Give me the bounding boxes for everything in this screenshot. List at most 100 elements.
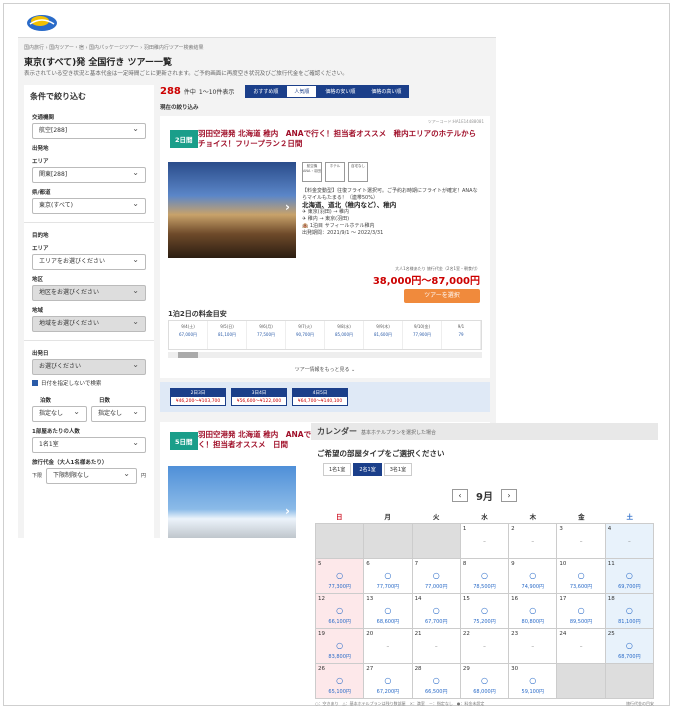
- calendar-day-cell[interactable]: 28 ○ 66,500円: [412, 664, 461, 699]
- calendar-day-cell[interactable]: 10 ○ 73,600円: [557, 559, 606, 594]
- room-tab-single[interactable]: 1名1室: [323, 463, 352, 476]
- day-number: 24: [559, 631, 567, 637]
- checkbox-checked-icon[interactable]: [32, 380, 38, 386]
- day-price: 73,600円: [569, 584, 593, 590]
- price-guide-cell[interactable]: 9/5(日) 81,100円: [208, 321, 247, 349]
- divider: [24, 222, 154, 223]
- calendar-day-cell[interactable]: 29 ○ 68,000円: [460, 664, 510, 699]
- day-number: 18: [607, 596, 615, 602]
- date-label: 出発日: [32, 351, 49, 357]
- calendar-day-cell[interactable]: 9 ○ 74,900円: [509, 559, 558, 594]
- calendar-legend: ○：空きあり △：基本ホテルプランは残り数部屋 ×：満室 －：指定なし ●：料金…: [315, 701, 654, 707]
- available-icon: ○: [577, 571, 585, 580]
- calendar-day-cell[interactable]: 6 ○ 77,700円: [364, 559, 413, 594]
- day-price: 77,000円: [424, 584, 448, 590]
- calendar-day-cell[interactable]: 15 ○ 75,200円: [460, 594, 510, 629]
- tour-title-link[interactable]: 羽田空港発 北海道 稚内 ANAで行く！担当者オススメ 稚内エリアのホテルからチ…: [198, 129, 483, 149]
- price-guide-cell[interactable]: 9/1 79: [442, 321, 481, 349]
- transport-select[interactable]: 航空[288]: [32, 122, 146, 139]
- calendar-day-cell[interactable]: 17 ○ 89,500円: [557, 594, 606, 629]
- calendar-grid: 1–2–3–4–5 ○ 77,300円 6 ○ 77,700円 7 ○ 77,000円 8 ○ 78,…: [315, 523, 654, 699]
- nights-label: 泊数: [40, 398, 52, 404]
- calendar-day-cell[interactable]: 13 ○ 68,600円: [364, 594, 413, 629]
- tour-title-link[interactable]: 羽田空港発 北海道 稚内 ANAで行く！担当者オススメ 日間: [198, 430, 328, 450]
- date-select[interactable]: お選びください: [32, 358, 146, 375]
- price-guide-cell[interactable]: 9/7(火) 90,700円: [286, 321, 325, 349]
- day-number: 12: [318, 596, 325, 602]
- persons-select[interactable]: 1名1室: [32, 436, 146, 453]
- calendar-day-cell[interactable]: 18 ○ 81,100円: [605, 594, 654, 629]
- calendar-day-cell[interactable]: 16 ○ 80,800円: [509, 594, 558, 629]
- nights-days-labels: 泊数 日数: [32, 391, 146, 406]
- days-select[interactable]: 指定なし: [91, 405, 146, 422]
- calendar-day-cell: [557, 664, 606, 699]
- calendar-day-cell[interactable]: 7 ○ 77,000円: [412, 559, 461, 594]
- calendar-day-cell[interactable]: 25 ○ 68,700円: [605, 629, 654, 664]
- calendar-day-cell[interactable]: 8 ○ 78,500円: [460, 559, 510, 594]
- calendar-day-cell[interactable]: 30 ○ 59,100円: [509, 664, 558, 699]
- page-title: 東京(すべて)発 全国行き ツアー一覧: [24, 58, 172, 68]
- calendar-day-cell: 4–: [605, 524, 654, 559]
- available-icon: ○: [481, 606, 488, 615]
- calendar-day-cell[interactable]: 27 ○ 67,200円: [364, 664, 413, 699]
- price-guide-cell[interactable]: 9/9(木) 81,600円: [364, 321, 403, 349]
- chevron-left-icon[interactable]: ‹: [452, 489, 469, 502]
- room-tab-double[interactable]: 2名1室: [353, 463, 382, 476]
- no-date-checkbox[interactable]: 日付を指定しないで検索: [32, 379, 146, 387]
- departure-pref-select[interactable]: 東京(すべて): [32, 197, 146, 214]
- price-min-select[interactable]: 下限制限なし: [46, 467, 137, 484]
- price-guide-cell[interactable]: 9/8(水) 85,000円: [325, 321, 364, 349]
- price-guide-cell[interactable]: 9/4(土) 67,000円: [169, 321, 208, 349]
- available-icon: ○: [432, 676, 440, 685]
- calendar-day-cell[interactable]: 14 ○ 67,700円: [412, 594, 461, 629]
- calendar-day-cell[interactable]: 26 ○ 65,100円: [316, 664, 365, 699]
- price-box: 大人1名様あたり 旅行代金（2名1室・朝食付） 38,000円〜87,000円: [373, 266, 480, 287]
- chevron-right-icon[interactable]: ›: [500, 489, 517, 502]
- district-select[interactable]: 地区をお選びください: [32, 284, 146, 301]
- sort-recommended[interactable]: おすすめ順: [245, 85, 287, 98]
- destination-area-select[interactable]: エリアをお選びください: [32, 253, 146, 270]
- day-number: 5: [318, 561, 322, 567]
- nights-select[interactable]: 指定なし: [32, 405, 87, 422]
- departure-area-select[interactable]: 関東[288]: [32, 166, 146, 183]
- unavailable-icon: –: [483, 644, 486, 650]
- region-select[interactable]: 地域をお選びください: [32, 315, 146, 332]
- day-number: 23: [511, 631, 519, 637]
- duration-option[interactable]: 3日4日 ¥56,600〜¥122,000: [231, 388, 287, 406]
- select-tour-button[interactable]: ツアーを選択: [404, 289, 480, 303]
- calendar-day-cell[interactable]: 11 ○ 69,700円: [605, 559, 654, 594]
- duration-option[interactable]: 2日3日 ¥46,200〜¥103,700: [170, 388, 226, 406]
- price-guide-cell[interactable]: 9/6(月) 77,500円: [247, 321, 286, 349]
- duration-option[interactable]: 4日5日 ¥64,700〜¥140,100: [292, 388, 348, 406]
- site-logo-icon[interactable]: [26, 12, 58, 32]
- count-unit: 件中: [183, 89, 196, 96]
- chevron-right-icon[interactable]: ›: [285, 200, 290, 214]
- sort-price-desc[interactable]: 価格の高い順: [363, 85, 410, 98]
- calendar-day-cell: 1–: [460, 524, 510, 559]
- destination-heading: 目的地: [32, 233, 49, 239]
- horizontal-scrollbar[interactable]: [168, 352, 482, 358]
- month-label: 9月: [476, 492, 493, 503]
- calendar-day-cell[interactable]: 12 ○ 66,100円: [316, 594, 365, 629]
- available-icon: ○: [529, 606, 537, 615]
- unavailable-icon: –: [434, 644, 438, 650]
- more-info-link[interactable]: ツアー情報をもっと見る ⌄: [160, 366, 490, 373]
- calendar-day-cell[interactable]: 19 ○ 83,800円: [316, 629, 365, 664]
- hotel-name: 🏨 1泊目 サフィールホテル稚内: [302, 223, 375, 229]
- divider: [24, 340, 154, 341]
- calendar-day-cell[interactable]: 5 ○ 77,300円: [316, 559, 365, 594]
- scroll-thumb[interactable]: [178, 352, 198, 358]
- price-unit: 円: [140, 473, 146, 479]
- weekday-label: 木: [529, 513, 537, 521]
- day-number: 11: [607, 561, 615, 567]
- breadcrumb[interactable]: 国内旅行 › 国内ツアー・宿 › 国内パッケージツアー › 羽田稚内行ツアー検索…: [24, 44, 204, 51]
- weekday-header: 日月火水木金土: [315, 511, 654, 521]
- chevron-right-icon[interactable]: ›: [285, 504, 290, 518]
- return-flight: ✈ 稚内 → 東京(羽田): [302, 216, 350, 222]
- room-tab-triple[interactable]: 3名1室: [383, 463, 413, 476]
- sort-price-asc[interactable]: 価格の安い順: [317, 85, 364, 98]
- day-price: 81,100円: [618, 619, 641, 625]
- price-guide-cell[interactable]: 9/10(金) 77,900円: [403, 321, 442, 349]
- sort-popular[interactable]: 人気順: [286, 85, 318, 98]
- day-number: 27: [366, 666, 374, 672]
